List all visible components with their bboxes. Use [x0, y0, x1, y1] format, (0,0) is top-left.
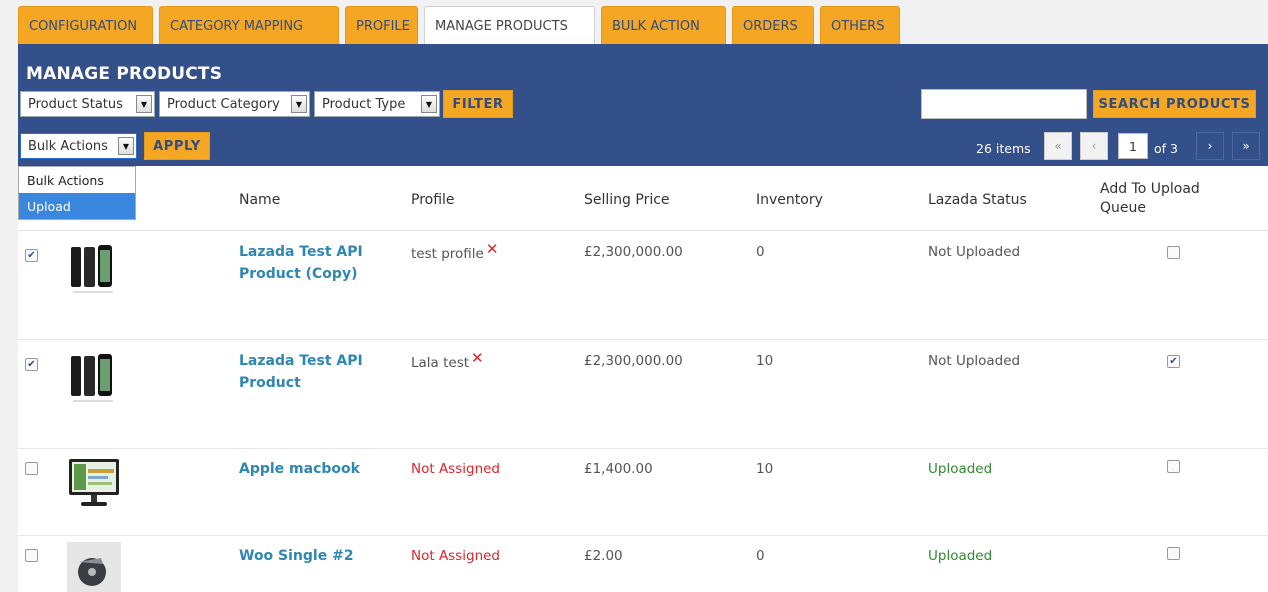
inventory: 10 [756, 353, 774, 369]
product-type-select[interactable]: Product Type ▼ [314, 91, 440, 117]
item-count: 26 items [976, 141, 1031, 156]
toolbar: MANAGE PRODUCTS Product Status ▼ Product… [18, 44, 1268, 166]
tab-category-mapping[interactable]: CATEGORY MAPPING [159, 6, 339, 45]
inventory: 10 [756, 461, 774, 477]
filter-button[interactable]: FILTER [443, 90, 513, 118]
check-icon: ✔ [27, 250, 36, 261]
product-name-link[interactable]: Lazada Test API Product (Copy) [239, 241, 389, 285]
upload-queue-checkbox[interactable] [1167, 460, 1180, 473]
search-products-button[interactable]: SEARCH PRODUCTS [1093, 90, 1256, 118]
profile-value: Lala test [411, 355, 470, 371]
lazada-status: Not Uploaded [928, 244, 1021, 260]
lazada-status: Uploaded [928, 461, 993, 477]
apply-button[interactable]: APPLY [144, 132, 210, 160]
profile-not-assigned: Not Assigned [411, 461, 500, 477]
search-input[interactable] [921, 89, 1087, 119]
selling-price: £1,400.00 [584, 461, 653, 477]
tab-bulk-action[interactable]: BULK ACTION [601, 6, 726, 45]
current-page-input[interactable]: 1 [1118, 133, 1148, 159]
last-page-button[interactable]: » [1232, 132, 1260, 160]
bulk-actions-value: Bulk Actions [28, 138, 108, 154]
product-status-select[interactable]: Product Status ▼ [20, 91, 155, 117]
caret-down-icon: ▼ [136, 95, 152, 113]
bulk-actions-dropdown: Bulk Actions Upload [18, 166, 136, 220]
next-page-button[interactable]: › [1196, 132, 1224, 160]
row-select-checkbox[interactable] [25, 462, 38, 475]
product-thumbnail [67, 542, 121, 592]
tab-orders[interactable]: ORDERS [732, 6, 814, 45]
product-status-value: Product Status [28, 96, 123, 112]
row-select-checkbox[interactable] [25, 549, 38, 562]
close-icon[interactable]: ✕ [486, 240, 499, 258]
page-title: MANAGE PRODUCTS [26, 64, 223, 84]
caret-down-icon: ▼ [118, 137, 134, 155]
inventory: 0 [756, 548, 765, 564]
header-lazada-status: Lazada Status [928, 192, 1027, 208]
upload-queue-checkbox[interactable]: ✔ [1167, 355, 1180, 368]
row-select-checkbox[interactable]: ✔ [25, 249, 38, 262]
profile-value: test profile [411, 246, 484, 262]
check-icon: ✔ [27, 359, 36, 370]
product-name-link[interactable]: Woo Single #2 [239, 545, 389, 567]
manage-products-panel: MANAGE PRODUCTS Product Status ▼ Product… [18, 44, 1268, 592]
header-profile: Profile [411, 192, 455, 208]
caret-down-icon: ▼ [421, 95, 437, 113]
bulk-actions-select[interactable]: Bulk Actions ▼ [20, 133, 137, 159]
header-name[interactable]: Name [239, 192, 280, 208]
row-select-checkbox[interactable]: ✔ [25, 358, 38, 371]
table-row: Woo Single #2 Not Assigned £2.00 0 Uploa… [18, 536, 1268, 592]
table-row: Apple macbook Not Assigned £1,400.00 10 … [18, 449, 1268, 536]
product-thumbnail [69, 459, 119, 506]
tab-bar: CONFIGURATION CATEGORY MAPPING PROFILE M… [18, 6, 900, 45]
lazada-status: Uploaded [928, 548, 993, 564]
header-selling-price: Selling Price [584, 192, 670, 208]
upload-queue-checkbox[interactable] [1167, 246, 1180, 259]
tab-configuration[interactable]: CONFIGURATION [18, 6, 153, 45]
selling-price: £2.00 [584, 548, 623, 564]
upload-queue-checkbox[interactable] [1167, 547, 1180, 560]
product-type-value: Product Type [322, 96, 406, 112]
table-row: ✔ Lazada Test API Product Lala test ✕ £2,… [18, 340, 1268, 449]
product-thumbnail [71, 354, 113, 402]
header-inventory: Inventory [756, 192, 823, 208]
prev-page-button[interactable]: ‹ [1080, 132, 1108, 160]
inventory: 0 [756, 244, 765, 260]
product-category-value: Product Category [167, 96, 280, 112]
product-category-select[interactable]: Product Category ▼ [159, 91, 310, 117]
table-header: Name Profile Selling Price Inventory Laz… [18, 166, 1268, 231]
tab-others[interactable]: OTHERS [820, 6, 900, 45]
tab-manage-products[interactable]: MANAGE PRODUCTS [424, 6, 595, 45]
check-icon: ✔ [1169, 356, 1178, 367]
first-page-button[interactable]: « [1044, 132, 1072, 160]
tab-profile[interactable]: PROFILE [345, 6, 418, 45]
header-add-to-upload-queue: Add To Upload Queue [1100, 181, 1200, 216]
product-name-link[interactable]: Apple macbook [239, 458, 389, 480]
profile-not-assigned: Not Assigned [411, 548, 500, 564]
bulk-option-bulk-actions[interactable]: Bulk Actions [19, 167, 135, 193]
product-thumbnail [71, 245, 113, 293]
product-name-link[interactable]: Lazada Test API Product [239, 350, 389, 394]
selling-price: £2,300,000.00 [584, 244, 683, 260]
lazada-status: Not Uploaded [928, 353, 1021, 369]
table-row: ✔ Lazada Test API Product (Copy) test pr… [18, 231, 1268, 340]
profile-cell: test profile ✕ [411, 240, 498, 262]
profile-cell: Lala test ✕ [411, 349, 484, 371]
selling-price: £2,300,000.00 [584, 353, 683, 369]
close-icon[interactable]: ✕ [471, 349, 484, 367]
caret-down-icon: ▼ [291, 95, 307, 113]
total-pages: of 3 [1154, 141, 1178, 156]
bulk-option-upload[interactable]: Upload [19, 193, 135, 219]
